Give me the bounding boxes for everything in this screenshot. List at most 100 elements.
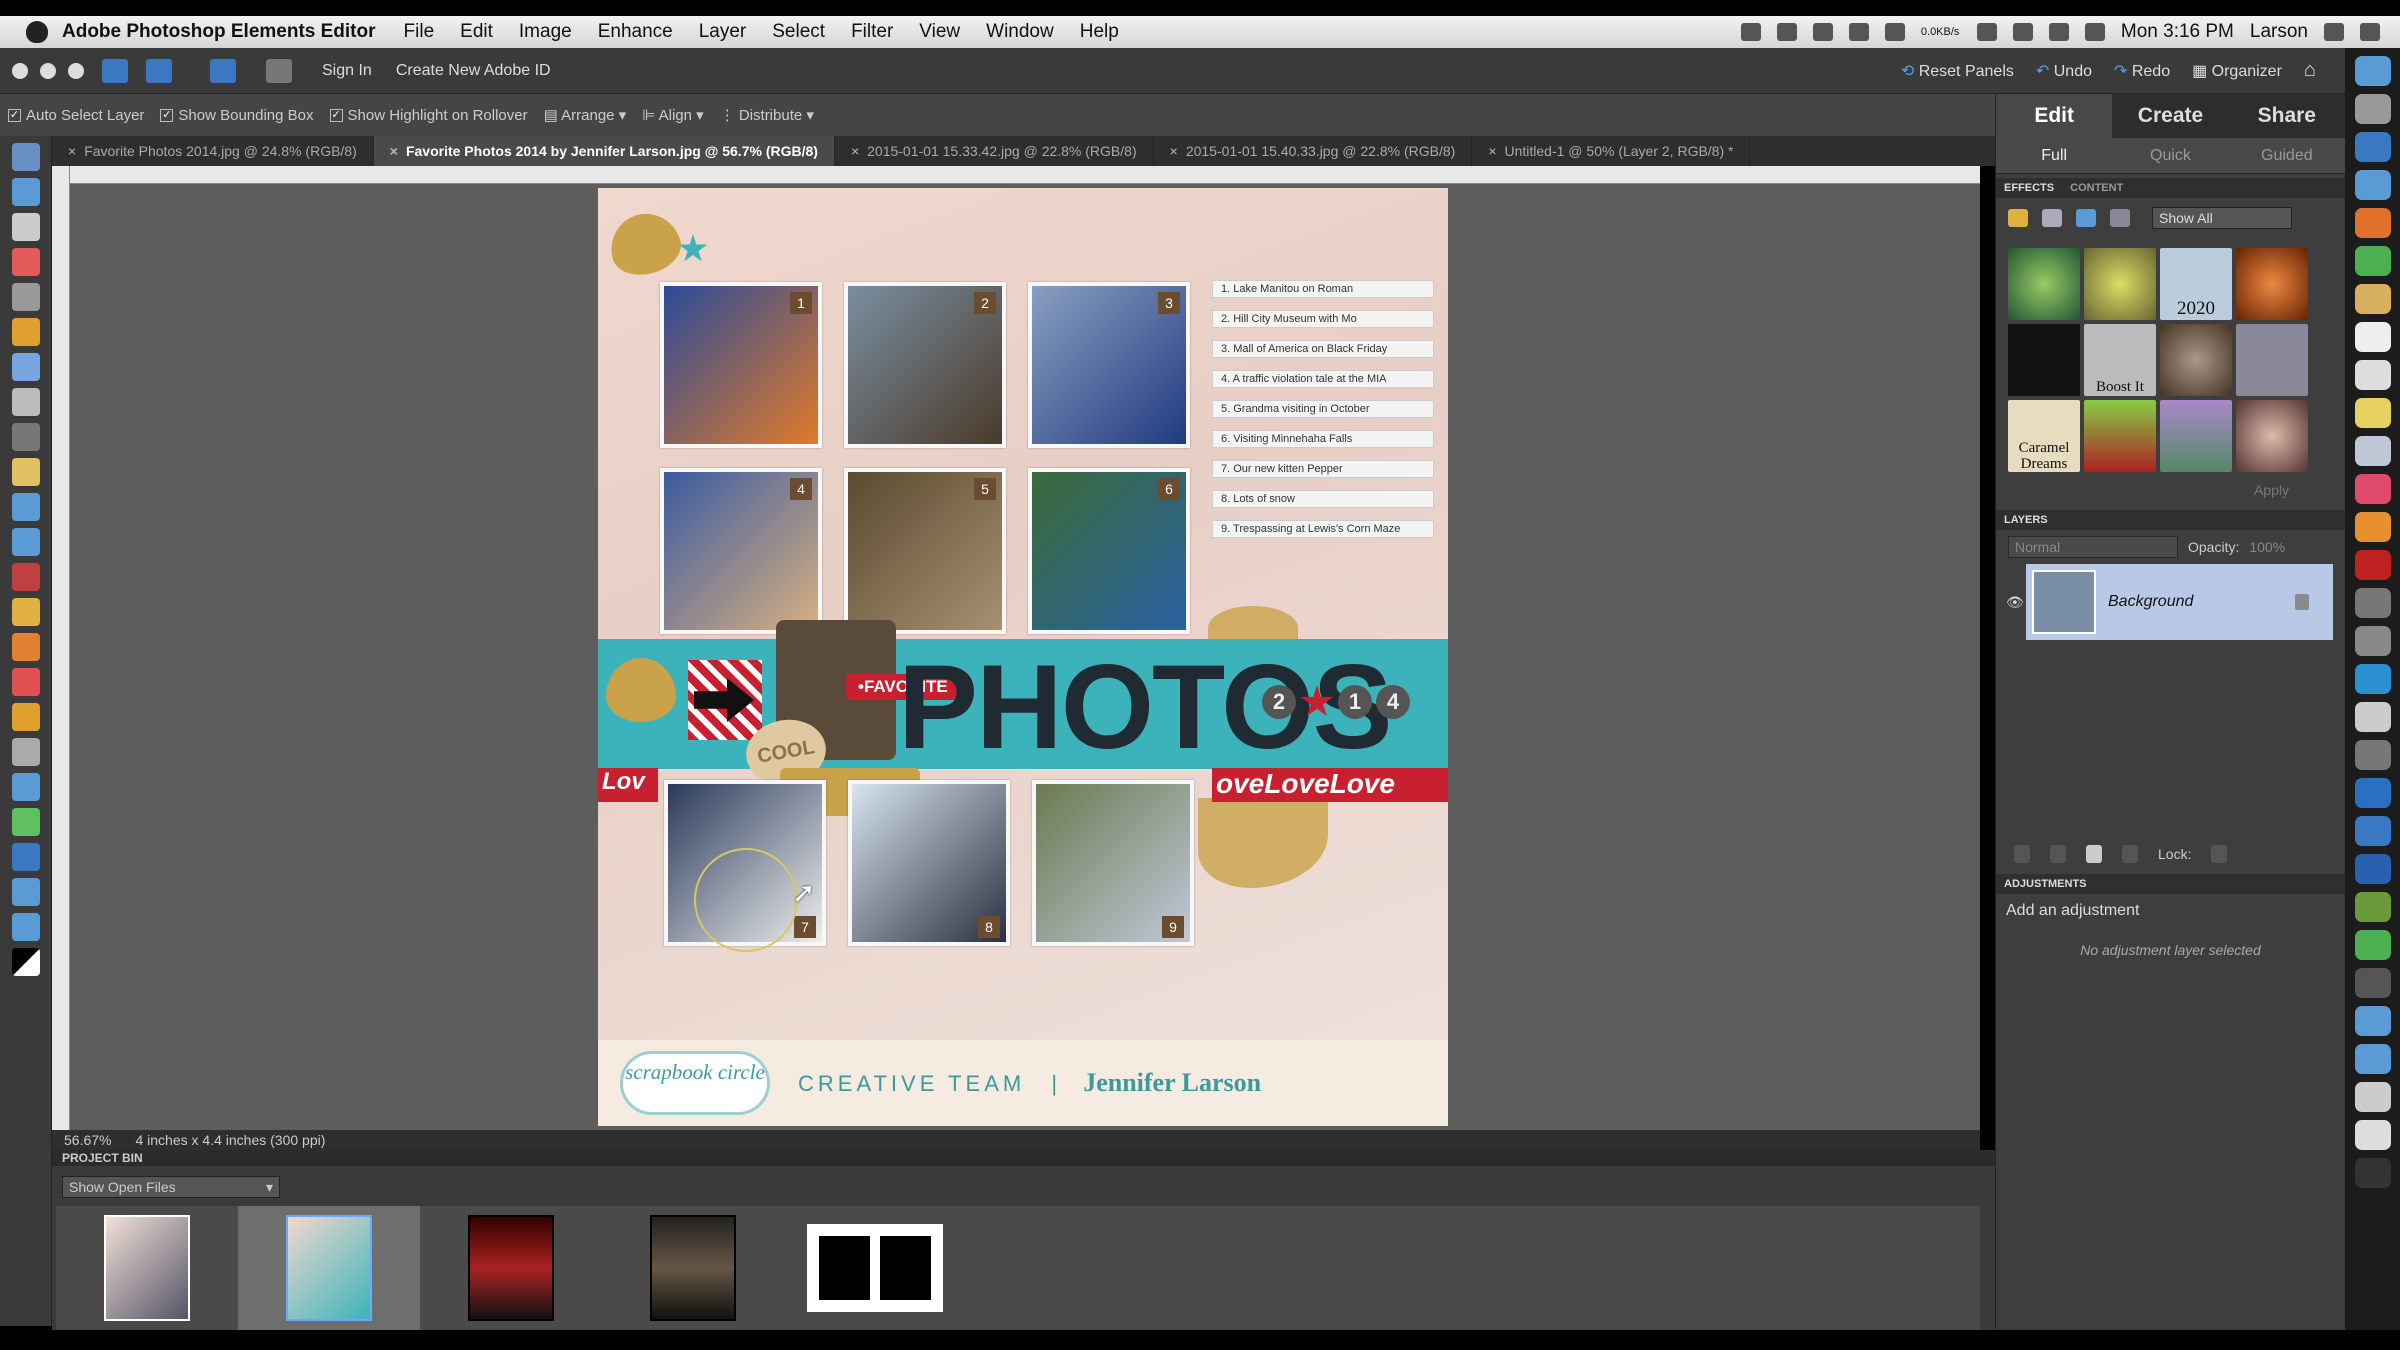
photo-effects-icon[interactable] xyxy=(2076,209,2096,227)
hand-tool-icon[interactable] xyxy=(12,213,40,241)
skype-icon[interactable] xyxy=(2354,664,2391,694)
show-all-dropdown[interactable]: Show All xyxy=(2152,207,2292,229)
user-name[interactable]: Larson xyxy=(2250,21,2308,43)
close-tab-icon[interactable]: × xyxy=(851,143,859,159)
move-tool-icon[interactable] xyxy=(12,143,40,171)
styles-icon[interactable] xyxy=(2042,209,2062,227)
app-store-icon[interactable] xyxy=(2354,170,2391,200)
volume-icon[interactable] xyxy=(2084,23,2105,41)
app-name-menu[interactable]: Adobe Photoshop Elements Editor xyxy=(62,21,376,43)
menu-filter[interactable]: Filter xyxy=(851,21,893,43)
scrapbook-document[interactable]: 1 2 3 4 5 6 1. Lake Manitou on Roman 2. … xyxy=(598,188,1448,1126)
spotlight-icon[interactable] xyxy=(2324,23,2344,41)
ibooks-icon[interactable] xyxy=(2354,512,2391,542)
menu-window[interactable]: Window xyxy=(986,21,1054,43)
effect-thumb[interactable] xyxy=(2160,400,2232,472)
magic-wand-tool-icon[interactable] xyxy=(12,353,40,381)
photoshop-elements-icon[interactable] xyxy=(2354,778,2391,808)
type-tool-icon[interactable] xyxy=(12,423,40,451)
apply-button[interactable]: Apply xyxy=(1996,482,2345,504)
chart-icon[interactable] xyxy=(1976,23,1997,41)
close-tab-icon[interactable]: × xyxy=(390,143,398,159)
lasso-tool-icon[interactable] xyxy=(12,318,40,346)
word-icon[interactable] xyxy=(2354,854,2391,884)
crop-tool-icon[interactable] xyxy=(12,458,40,486)
close-tab-icon[interactable]: × xyxy=(1488,143,1496,159)
acrobat-icon[interactable] xyxy=(2354,550,2391,580)
firefox-icon[interactable] xyxy=(2354,208,2391,238)
open-icon[interactable] xyxy=(102,58,128,83)
app-icon[interactable] xyxy=(2354,930,2391,960)
photo-1[interactable]: 1 xyxy=(660,282,822,448)
show-files-dropdown[interactable]: Show Open Files xyxy=(62,1176,280,1198)
effect-thumb[interactable]: Boost It xyxy=(2084,324,2156,396)
organizer-dock-icon[interactable] xyxy=(2354,816,2391,846)
paint-bucket-tool-icon[interactable] xyxy=(12,773,40,801)
finder-icon[interactable] xyxy=(2354,56,2391,86)
photo-9[interactable]: 9 xyxy=(1032,780,1194,946)
adjustment-layer-icon[interactable] xyxy=(2086,845,2102,863)
new-layer-icon[interactable] xyxy=(2014,845,2030,863)
sponge-tool-icon[interactable] xyxy=(12,913,40,941)
effect-thumb[interactable]: 2020 xyxy=(2160,248,2232,320)
effect-thumb[interactable] xyxy=(2008,248,2080,320)
tab-edit[interactable]: Edit xyxy=(1996,94,2113,138)
photo-6[interactable]: 6 xyxy=(1028,468,1190,634)
bin-thumbnail[interactable] xyxy=(420,1206,602,1330)
menu-enhance[interactable]: Enhance xyxy=(598,21,673,43)
menu-help[interactable]: Help xyxy=(1080,21,1119,43)
menu-image[interactable]: Image xyxy=(519,21,572,43)
submode-guided[interactable]: Guided xyxy=(2229,138,2345,173)
document-icon[interactable] xyxy=(2354,1082,2391,1112)
doc-tab[interactable]: × Favorite Photos 2014.jpg @ 24.8% (RGB/8… xyxy=(52,136,374,166)
create-id-link[interactable]: Create New Adobe ID xyxy=(396,62,551,80)
safari-icon[interactable] xyxy=(2354,132,2391,162)
bin-thumbnail[interactable] xyxy=(56,1206,238,1330)
close-tab-icon[interactable]: × xyxy=(68,143,76,159)
smart-brush-tool-icon[interactable] xyxy=(12,738,40,766)
preview-icon[interactable] xyxy=(2354,588,2391,618)
effect-thumb[interactable] xyxy=(2084,248,2156,320)
minimize-window-button[interactable] xyxy=(40,62,56,79)
dropbox-icon[interactable] xyxy=(1776,23,1797,41)
trash-icon[interactable] xyxy=(2354,1158,2391,1188)
opacity-value[interactable]: 100% xyxy=(2249,539,2285,555)
workspace-icon[interactable] xyxy=(266,58,292,83)
doc-tab-active[interactable]: × Favorite Photos 2014 by Jennifer Larson… xyxy=(373,136,835,166)
visibility-eye-icon[interactable]: 👁 xyxy=(2006,594,2024,611)
notes-icon[interactable] xyxy=(2354,360,2391,390)
apple-icon[interactable] xyxy=(26,21,48,43)
organizer-button[interactable]: ▦ Organizer xyxy=(2192,61,2282,81)
menu-select[interactable]: Select xyxy=(772,21,825,43)
effect-thumb[interactable] xyxy=(2236,400,2308,472)
system-prefs-icon[interactable] xyxy=(2354,626,2391,656)
distribute-dropdown[interactable]: ⋮ Distribute ▾ xyxy=(720,106,814,124)
effect-thumb[interactable]: Caramel Dreams xyxy=(2008,400,2080,472)
effect-thumb[interactable] xyxy=(2236,248,2308,320)
doc-tab[interactable]: × 2015-01-01 15.40.33.jpg @ 22.8% (RGB/8) xyxy=(1154,136,1473,166)
menu-file[interactable]: File xyxy=(404,21,435,43)
bin-thumbnail-selected[interactable] xyxy=(238,1206,420,1330)
menu-view[interactable]: View xyxy=(919,21,960,43)
align-dropdown[interactable]: ⊫ Align ▾ xyxy=(642,106,703,124)
blur-tool-icon[interactable] xyxy=(12,878,40,906)
eyedropper-tool-icon[interactable] xyxy=(12,248,40,276)
shape-tool-icon[interactable] xyxy=(12,843,40,871)
bin-thumbnail[interactable] xyxy=(602,1206,784,1330)
calendar-icon[interactable] xyxy=(2354,322,2391,352)
zoom-level[interactable]: 56.67% xyxy=(64,1132,111,1148)
link-layers-icon[interactable] xyxy=(2122,845,2138,863)
app-icon[interactable] xyxy=(2354,968,2391,998)
blend-mode-dropdown[interactable]: Normal xyxy=(2008,536,2178,558)
gradient-tool-icon[interactable] xyxy=(12,808,40,836)
undo-button[interactable]: ↶ Undo xyxy=(2036,61,2092,81)
photo-4[interactable]: 4 xyxy=(660,468,822,634)
textures-icon[interactable] xyxy=(2110,209,2130,227)
filters-icon[interactable] xyxy=(2008,209,2028,227)
reset-panels-button[interactable]: ⟲ Reset Panels xyxy=(1901,61,2014,81)
spot-healing-tool-icon[interactable] xyxy=(12,598,40,626)
effect-thumb[interactable] xyxy=(2236,324,2308,396)
zoom-tool-icon[interactable] xyxy=(12,178,40,206)
effects-tab[interactable]: EFFECTS xyxy=(2004,178,2054,198)
lock-all-icon[interactable] xyxy=(2211,845,2228,863)
